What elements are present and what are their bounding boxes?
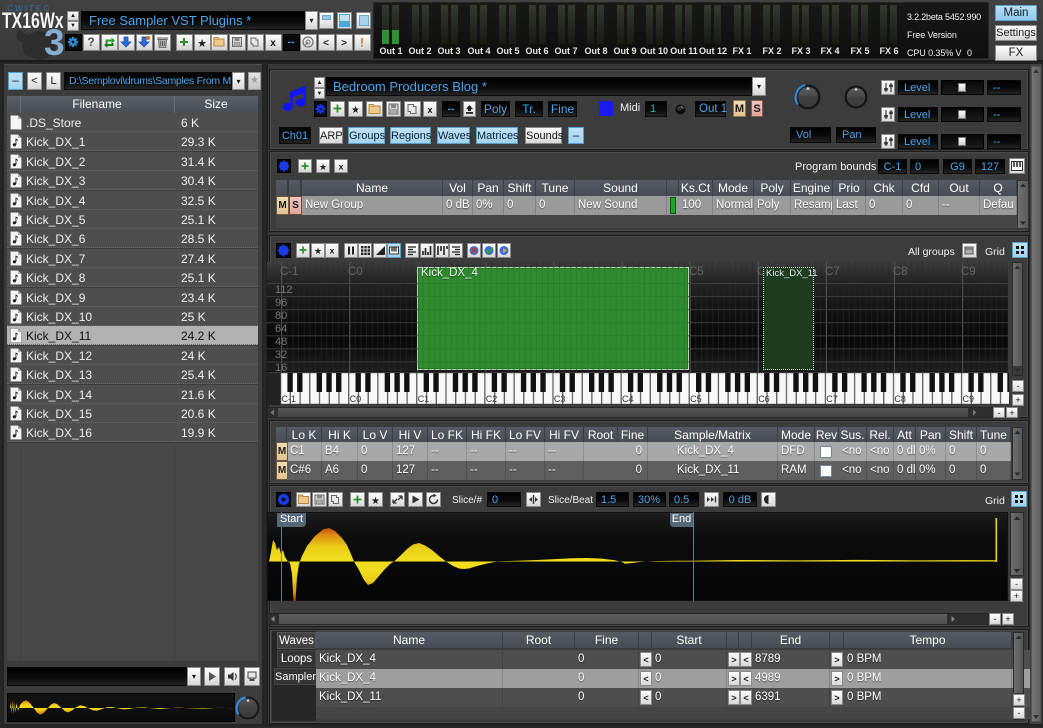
svg-text:!: ! xyxy=(360,36,364,50)
svg-text:★: ★ xyxy=(314,246,322,256)
svg-text:★: ★ xyxy=(371,496,380,507)
svg-text:x: x xyxy=(339,162,344,172)
svg-text:x: x xyxy=(427,105,432,115)
svg-text:C7: C7 xyxy=(826,394,838,404)
svg-text:>: > xyxy=(341,38,347,49)
svg-text:C-1: C-1 xyxy=(282,394,297,404)
svg-text:★: ★ xyxy=(319,162,327,172)
svg-text:C2: C2 xyxy=(486,394,498,404)
svg-text:★: ★ xyxy=(197,38,207,50)
svg-text:C8: C8 xyxy=(894,394,906,404)
svg-text:x: x xyxy=(270,38,276,49)
svg-text:★: ★ xyxy=(351,105,360,116)
svg-text:C4: C4 xyxy=(622,394,634,404)
svg-text:C9: C9 xyxy=(963,394,975,404)
svg-text:--: -- xyxy=(288,37,295,48)
svg-text:x: x xyxy=(330,246,335,256)
svg-text:C1: C1 xyxy=(418,394,430,404)
svg-text:C3: C3 xyxy=(554,394,566,404)
svg-text:C5: C5 xyxy=(690,394,702,404)
svg-text:<: < xyxy=(323,38,329,49)
svg-text:C0: C0 xyxy=(350,394,362,404)
svg-text:?: ? xyxy=(87,35,94,49)
svg-text:C6: C6 xyxy=(758,394,770,404)
